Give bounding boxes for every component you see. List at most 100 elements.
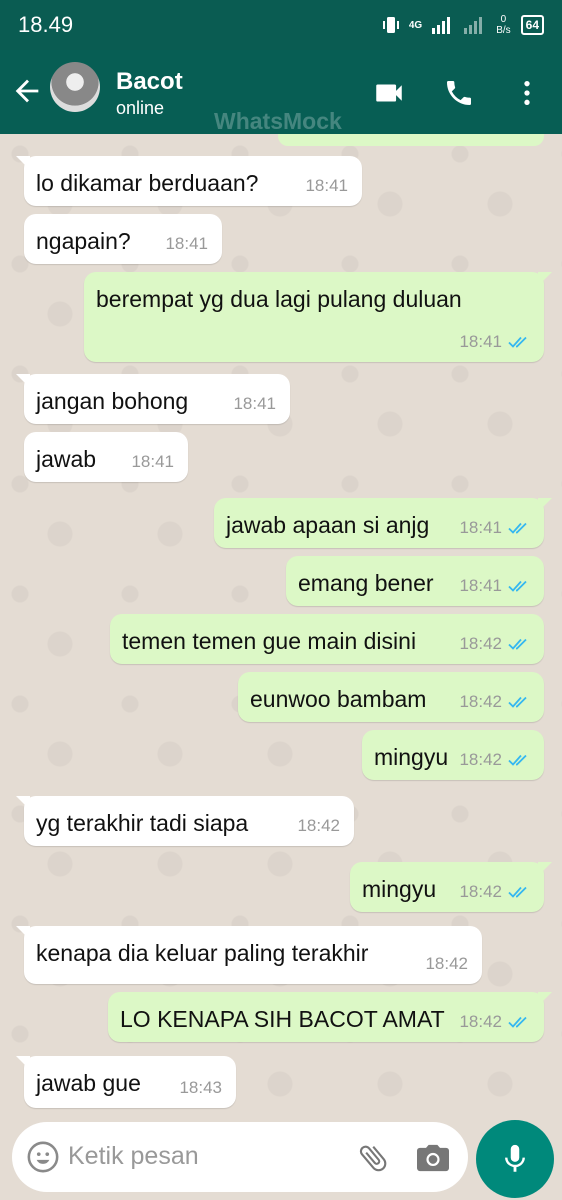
message-time: 18:42 <box>297 816 340 835</box>
camera-button[interactable] <box>415 1142 451 1174</box>
outgoing-message[interactable]: eunwoo bambam 18:42 <box>238 672 544 722</box>
message-time: 18:41 <box>459 576 502 595</box>
outgoing-message[interactable]: berempat yg dua lagi pulang duluan 18:41 <box>84 272 552 362</box>
bubble-tail <box>538 992 552 1006</box>
message-time: 18:41 <box>165 234 208 253</box>
message-meta: 18:41 <box>459 332 530 352</box>
message-meta: 18:42 <box>459 634 530 654</box>
message-meta: 18:42 <box>297 816 340 836</box>
more-options-button[interactable] <box>510 76 544 110</box>
message-meta: 18:41 <box>131 452 174 472</box>
signal-2-icon <box>464 17 483 34</box>
incoming-message[interactable]: jawab 18:41 <box>24 432 188 482</box>
status-bar: 18.49 4G 0 B/s 64 <box>0 0 562 50</box>
message-meta: 18:42 <box>459 1012 530 1032</box>
chat-header: Bacot online WhatsMock <box>0 50 562 134</box>
message-time: 18:41 <box>459 518 502 537</box>
message-meta: 18:42 <box>459 750 530 770</box>
message-text: jawab apaan si anjg <box>226 512 430 538</box>
double-check-icon <box>508 522 527 534</box>
signal-icon <box>432 17 451 34</box>
battery-icon: 64 <box>520 15 544 35</box>
message-time: 18:41 <box>131 452 174 471</box>
incoming-message[interactable]: ngapain? 18:41 <box>24 214 222 264</box>
message-text: jangan bohong <box>36 388 189 414</box>
incoming-message[interactable]: jangan bohong 18:41 <box>16 374 290 424</box>
watermark: WhatsMock <box>214 108 342 134</box>
incoming-message[interactable]: jawab gue 18:43 <box>16 1056 236 1108</box>
outgoing-message[interactable]: temen temen gue main disini 18:42 <box>110 614 544 664</box>
message-input-pill <box>12 1122 468 1192</box>
message-meta: 18:41 <box>459 518 530 538</box>
message-text: temen temen gue main disini <box>122 628 417 654</box>
attach-icon <box>359 1145 387 1172</box>
message-text: mingyu <box>362 876 437 902</box>
message-text: ngapain? <box>36 228 131 254</box>
message-text: jawab <box>36 446 97 472</box>
message-time: 18:42 <box>459 882 502 901</box>
status-icons: 4G 0 B/s 64 <box>382 12 544 38</box>
back-button[interactable] <box>10 74 44 108</box>
speed-unit: B/s <box>496 25 511 36</box>
more-vert-icon <box>524 81 530 105</box>
partial-outgoing-bubble <box>278 134 544 146</box>
double-check-icon <box>508 886 527 898</box>
message-meta: 18:42 <box>459 692 530 712</box>
outgoing-message[interactable]: LO KENAPA SIH BACOT AMAT 18:42 <box>108 992 552 1042</box>
message-time: 18:42 <box>459 692 502 711</box>
message-time: 18:41 <box>233 394 276 413</box>
message-text: LO KENAPA SIH BACOT AMAT <box>120 1006 445 1032</box>
message-time: 18:42 <box>459 1012 502 1031</box>
bubble-tail <box>16 796 30 810</box>
message-input[interactable] <box>68 1136 338 1176</box>
contact-status: online <box>116 98 165 118</box>
emoji-button[interactable] <box>26 1140 60 1174</box>
network-type: 4G <box>408 19 423 31</box>
bubble-tail <box>16 926 30 940</box>
message-text: berempat yg dua lagi pulang duluan <box>96 286 462 312</box>
outgoing-message[interactable]: jawab apaan si anjg 18:41 <box>214 498 552 548</box>
message-text: yg terakhir tadi siapa <box>36 810 249 836</box>
incoming-message[interactable]: kenapa dia keluar paling terakhir 18:42 <box>16 926 482 984</box>
voice-call-button[interactable] <box>442 76 476 110</box>
incoming-message[interactable]: yg terakhir tadi siapa 18:42 <box>16 796 354 846</box>
camera-icon <box>417 1144 449 1172</box>
message-meta: 18:42 <box>425 954 468 974</box>
outgoing-message[interactable]: mingyu 18:42 <box>362 730 544 780</box>
message-meta: 18:41 <box>459 576 530 596</box>
video-call-icon <box>376 84 402 102</box>
message-time: 18:41 <box>305 176 348 195</box>
mic-icon <box>505 1144 525 1172</box>
bubble-tail <box>538 862 552 876</box>
double-check-icon <box>508 754 527 766</box>
contact-name[interactable]: Bacot <box>116 68 183 96</box>
message-list[interactable]: lo dikamar berduaan? 18:41 ngapain? 18:41 be… <box>0 134 562 1118</box>
message-text: emang bener <box>298 570 434 596</box>
message-time: 18:41 <box>459 332 502 351</box>
message-time: 18:43 <box>179 1078 222 1097</box>
contact-avatar[interactable] <box>50 62 100 112</box>
message-meta: 18:41 <box>165 234 208 254</box>
incoming-message[interactable]: lo dikamar berduaan? 18:41 <box>16 156 362 206</box>
network-speed: 0 B/s <box>496 14 510 36</box>
message-meta: 18:42 <box>459 882 530 902</box>
attach-button[interactable] <box>356 1140 390 1176</box>
outgoing-message[interactable]: emang bener 18:41 <box>286 556 544 606</box>
message-text: eunwoo bambam <box>250 686 427 712</box>
message-text: mingyu <box>374 744 449 770</box>
phone-icon <box>447 81 471 105</box>
speed-value: 0 <box>500 14 507 25</box>
double-check-icon <box>508 638 527 650</box>
message-time: 18:42 <box>459 634 502 653</box>
outgoing-message[interactable]: mingyu 18:42 <box>350 862 552 912</box>
emoji-icon <box>27 1141 59 1173</box>
status-time: 18.49 <box>18 12 74 37</box>
back-arrow-icon <box>15 79 39 103</box>
double-check-icon <box>508 580 527 592</box>
video-call-button[interactable] <box>372 76 406 110</box>
vibrate-icon <box>382 17 399 33</box>
bubble-tail <box>538 498 552 512</box>
message-text: jawab gue <box>36 1070 141 1096</box>
voice-message-button[interactable] <box>476 1120 554 1198</box>
bubble-tail <box>16 1056 30 1070</box>
